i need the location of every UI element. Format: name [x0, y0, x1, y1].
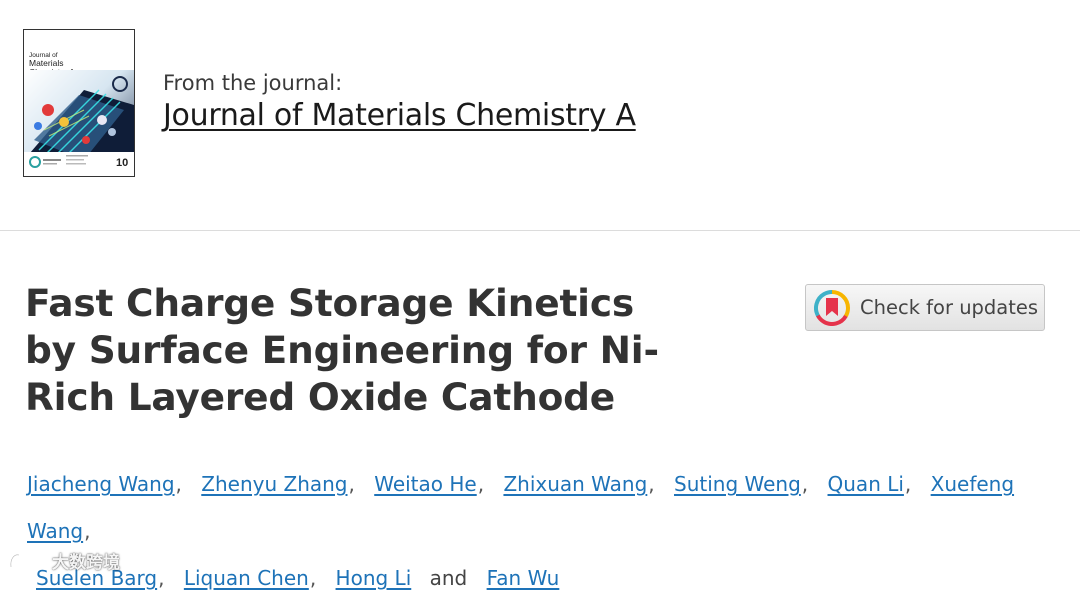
- author-link[interactable]: Hong Li: [336, 566, 412, 590]
- author-separator: ,: [84, 519, 91, 543]
- author-separator: ,: [904, 472, 912, 496]
- author-separator: ,: [477, 472, 485, 496]
- svg-text:10: 10: [116, 157, 128, 169]
- author-link[interactable]: Quan Li: [828, 472, 904, 496]
- author-line-2: Suelen Barg, Liquan Chen, Hong Li and Fa…: [27, 555, 1067, 602]
- author-separator: ,: [158, 566, 165, 590]
- check-for-updates-label: Check for updates: [860, 296, 1039, 319]
- header-divider: [0, 230, 1080, 231]
- author-link[interactable]: Weitao He: [374, 472, 477, 496]
- watermark-logo-icon: [9, 552, 43, 567]
- watermark-text: 大数跨境: [52, 553, 120, 573]
- check-for-updates-button[interactable]: Check for updates: [805, 284, 1045, 331]
- author-separator: ,: [801, 472, 809, 496]
- watermark: 大数跨境: [8, 548, 120, 573]
- author-link[interactable]: Jiacheng Wang: [27, 472, 175, 496]
- from-journal-label: From the journal:: [163, 71, 343, 95]
- author-link[interactable]: Fan Wu: [487, 566, 560, 590]
- author-line-1: Jiacheng Wang, Zhenyu Zhang, Weitao He, …: [27, 461, 1067, 555]
- author-link[interactable]: Zhixuan Wang: [503, 472, 647, 496]
- author-separator: ,: [348, 472, 355, 496]
- article-title: Fast Charge Storage Kinetics by Surface …: [25, 281, 659, 419]
- author-separator: ,: [648, 472, 655, 496]
- author-link[interactable]: Zhenyu Zhang: [201, 472, 347, 496]
- cover-footer: 10: [24, 152, 134, 176]
- journal-name-link[interactable]: Journal of Materials Chemistry A: [163, 98, 636, 133]
- journal-cover-image[interactable]: Journal of Materials Chemistry A: [23, 29, 135, 177]
- crossmark-icon: [814, 289, 850, 326]
- author-separator: ,: [175, 472, 182, 496]
- author-conjunction: and: [429, 566, 468, 590]
- publisher-logo-icon: 10: [29, 155, 128, 169]
- author-link[interactable]: Liquan Chen: [184, 566, 309, 590]
- author-separator: ,: [309, 566, 317, 590]
- author-link[interactable]: Suting Weng: [674, 472, 801, 496]
